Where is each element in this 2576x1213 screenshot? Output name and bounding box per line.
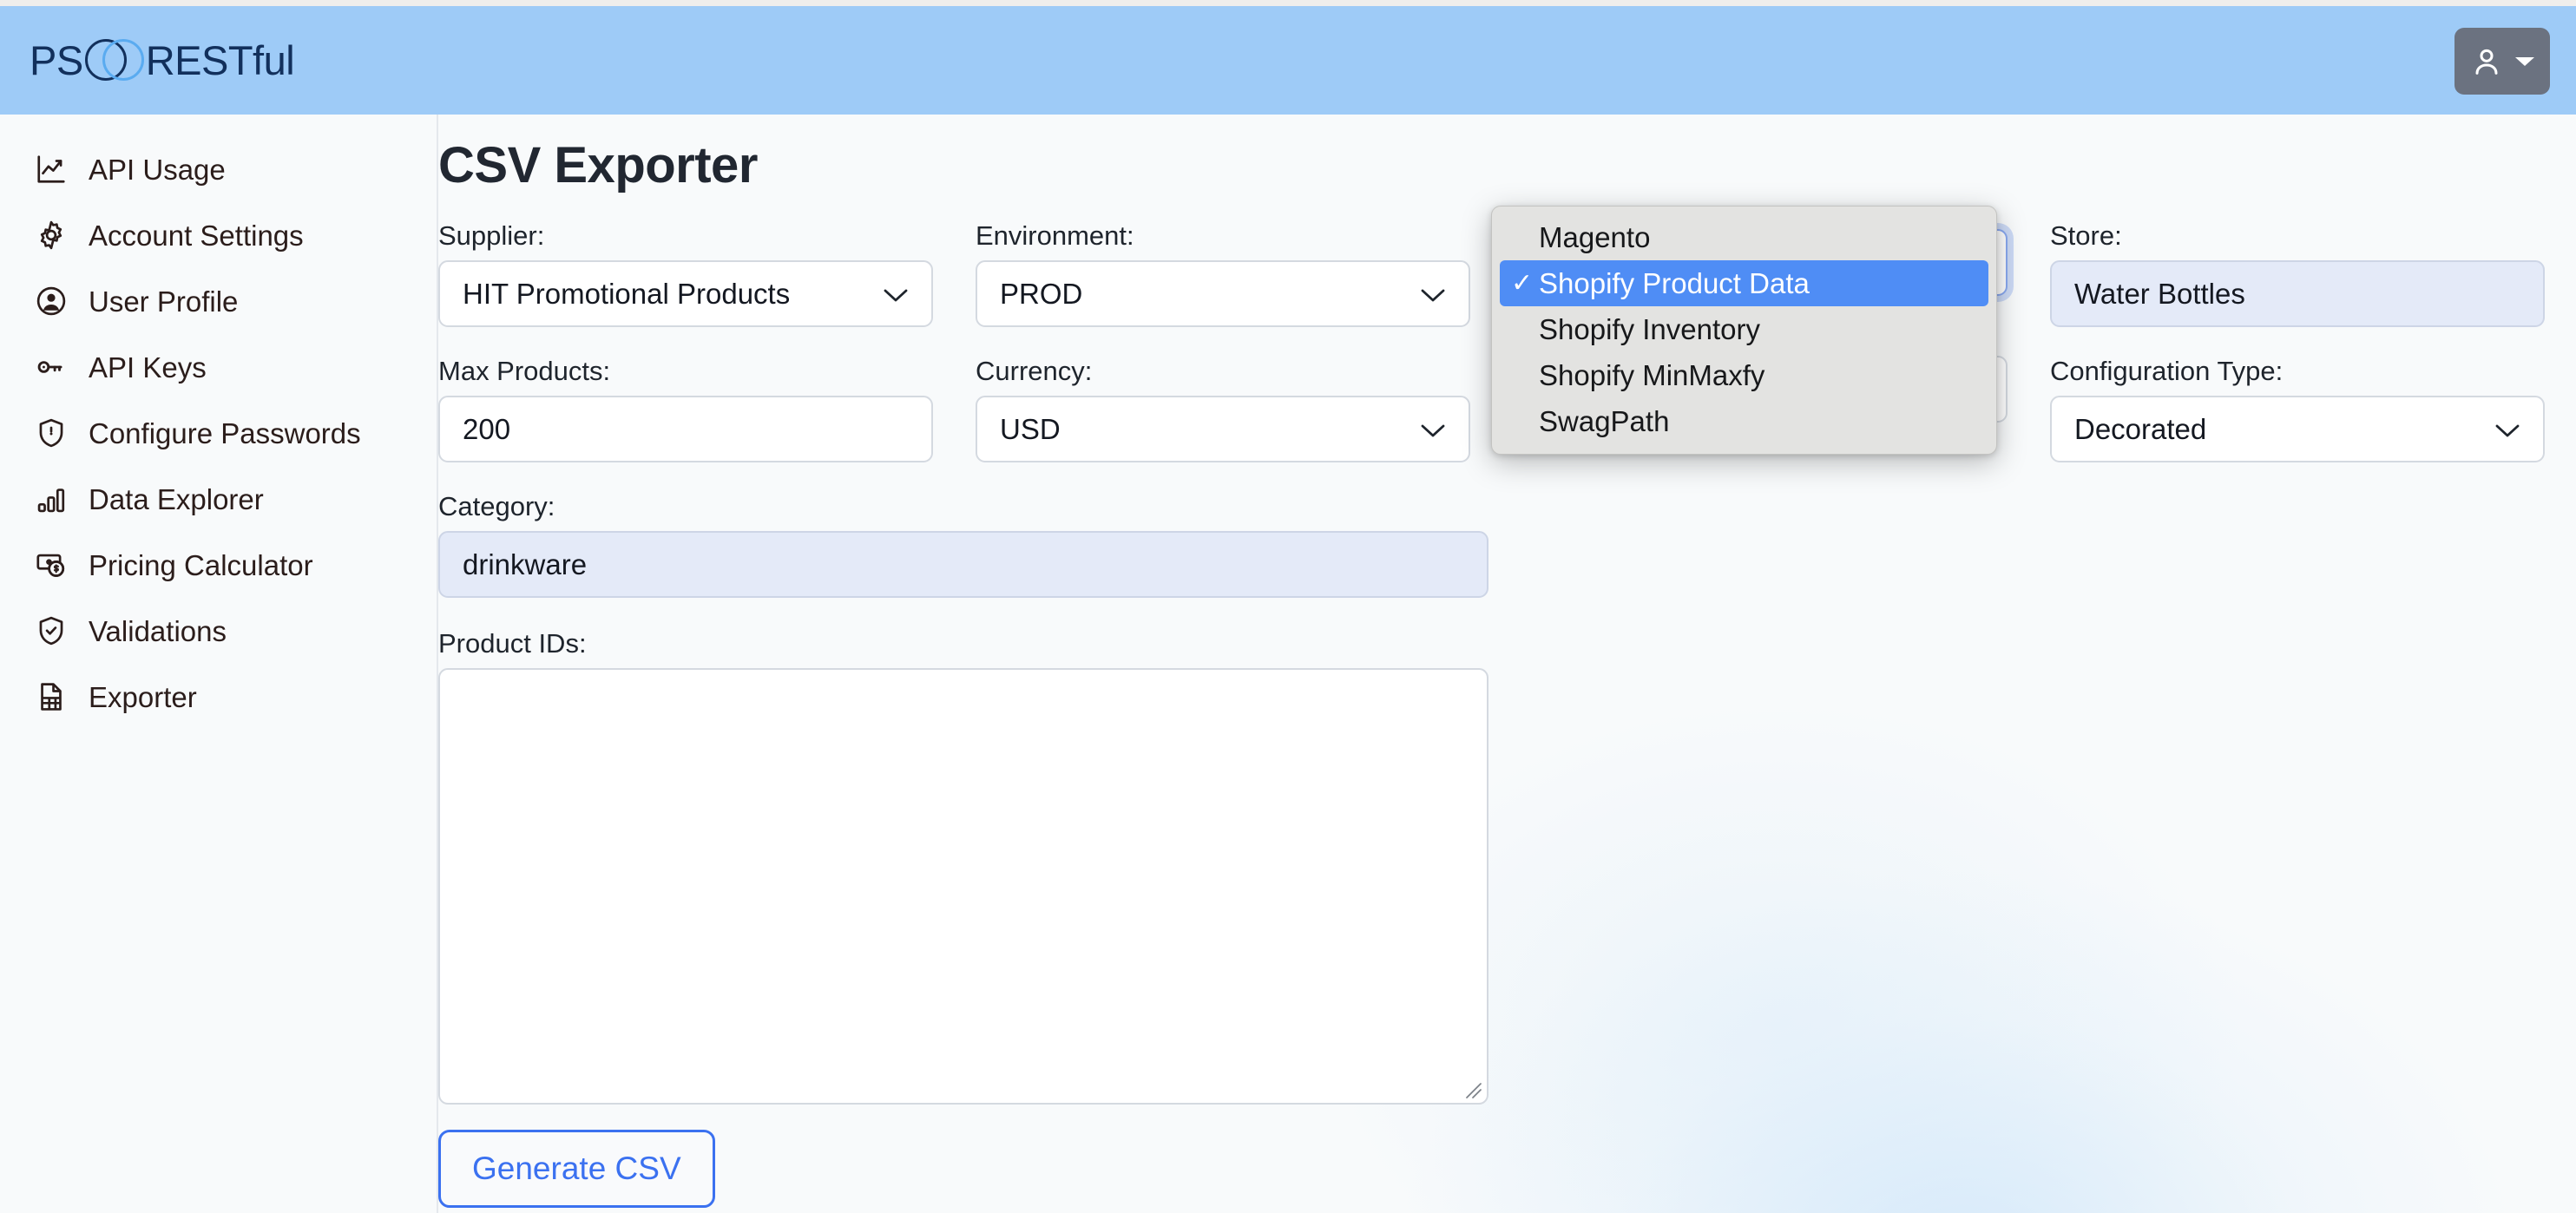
max-products-field-group: Max Products: 200	[438, 356, 933, 462]
bar-chart-icon	[33, 481, 69, 517]
select-option-selected[interactable]: ✓ Shopify Product Data	[1500, 260, 1988, 306]
currency-field-group: Currency: USD	[976, 356, 1470, 462]
chevron-down-icon	[1420, 278, 1446, 311]
sidebar-item-label: Exporter	[89, 681, 197, 713]
max-products-input[interactable]: 200	[438, 396, 933, 462]
key-icon	[33, 349, 69, 385]
money-dollar-icon	[33, 547, 69, 583]
store-label: Store:	[2050, 220, 2122, 251]
line-chart-icon	[33, 151, 69, 187]
platform-select-popup[interactable]: Magento ✓ Shopify Product Data Shopify I…	[1491, 206, 1997, 455]
user-circle-icon	[33, 283, 69, 319]
sidebar-item-label: Validations	[89, 615, 227, 647]
person-icon	[2469, 44, 2504, 79]
store-field-group: Store: Water Bottles	[2050, 220, 2545, 327]
configuration-type-field-group: Configuration Type: Decorated	[2050, 356, 2545, 462]
sidebar-item-data-explorer[interactable]: Data Explorer	[0, 467, 437, 533]
sidebar-item-pricing-calculator[interactable]: Pricing Calculator	[0, 533, 437, 599]
sidebar-item-label: API Usage	[89, 154, 226, 186]
product-ids-textarea[interactable]	[438, 668, 1488, 1105]
max-products-value: 200	[463, 412, 511, 445]
app-root: PS RESTful API Usage Account Settings Us…	[0, 0, 2576, 1213]
category-label: Category:	[438, 491, 555, 521]
page-title: CSV Exporter	[438, 137, 758, 193]
app-logo[interactable]: PS RESTful	[30, 35, 295, 85]
sidebar-item-api-usage[interactable]: API Usage	[0, 137, 437, 203]
supplier-label: Supplier:	[438, 220, 545, 251]
user-menu-button[interactable]	[2454, 28, 2550, 95]
select-option[interactable]: Magento	[1492, 214, 1996, 260]
sidebar-item-label: Pricing Calculator	[89, 549, 313, 581]
sidebar-item-api-keys[interactable]: API Keys	[0, 335, 437, 401]
resize-handle-icon[interactable]	[1459, 1076, 1482, 1098]
configuration-type-label: Configuration Type:	[2050, 356, 2284, 386]
max-products-label: Max Products:	[438, 356, 611, 386]
supplier-value: HIT Promotional Products	[463, 277, 791, 310]
option-label: SwagPath	[1539, 404, 1670, 437]
environment-label: Environment:	[976, 220, 1134, 251]
sidebar-item-configure-passwords[interactable]: Configure Passwords	[0, 401, 437, 467]
option-label: Shopify Product Data	[1539, 266, 1810, 299]
generate-csv-button[interactable]: Generate CSV	[438, 1130, 715, 1208]
check-icon: ✓	[1511, 268, 1534, 298]
sidebar-item-label: User Profile	[89, 285, 239, 318]
store-value: Water Bottles	[2074, 277, 2245, 310]
configuration-type-select[interactable]: Decorated	[2050, 396, 2545, 462]
configuration-type-value: Decorated	[2074, 412, 2207, 445]
two-overlapping-circles-icon	[84, 39, 144, 81]
shield-check-icon	[33, 613, 69, 649]
option-label: Shopify MinMaxfy	[1539, 358, 1765, 391]
sidebar-item-label: Account Settings	[89, 220, 304, 252]
category-input[interactable]: drinkware	[438, 531, 1488, 598]
environment-field-group: Environment: PROD	[976, 220, 1470, 327]
option-label: Magento	[1539, 220, 1651, 253]
chevron-down-icon	[883, 278, 909, 311]
select-option[interactable]: Shopify MinMaxfy	[1492, 352, 1996, 398]
currency-label: Currency:	[976, 356, 1093, 386]
category-value: drinkware	[463, 547, 588, 580]
supplier-field-group: Supplier: HIT Promotional Products	[438, 220, 933, 327]
category-field-group: Category: drinkware	[438, 491, 1488, 598]
sidebar-item-label: API Keys	[89, 351, 207, 384]
chevron-down-icon	[2494, 413, 2520, 446]
sidebar-item-account-settings[interactable]: Account Settings	[0, 203, 437, 269]
sidebar-item-label: Configure Passwords	[89, 417, 361, 449]
currency-value: USD	[1000, 412, 1061, 445]
option-label: Shopify Inventory	[1539, 312, 1760, 345]
product-ids-field-group: Product IDs:	[438, 628, 1488, 1105]
sidebar-item-exporter[interactable]: Exporter	[0, 665, 437, 731]
supplier-select[interactable]: HIT Promotional Products	[438, 260, 933, 327]
select-option[interactable]: SwagPath	[1492, 398, 1996, 444]
app-header: PS RESTful	[0, 6, 2576, 115]
logo-suffix-text: RESTful	[145, 36, 295, 83]
store-input[interactable]: Water Bottles	[2050, 260, 2545, 327]
sidebar-item-user-profile[interactable]: User Profile	[0, 269, 437, 335]
select-option[interactable]: Shopify Inventory	[1492, 306, 1996, 352]
sidebar: API Usage Account Settings User Profile	[0, 115, 438, 1213]
environment-select[interactable]: PROD	[976, 260, 1470, 327]
product-ids-label: Product IDs:	[438, 628, 587, 659]
caret-down-icon	[2514, 55, 2536, 69]
sidebar-item-label: Data Explorer	[89, 483, 264, 515]
shield-lock-icon	[33, 415, 69, 451]
gear-icon	[33, 217, 69, 253]
sidebar-item-validations[interactable]: Validations	[0, 599, 437, 665]
currency-select[interactable]: USD	[976, 396, 1470, 462]
chevron-down-icon	[1420, 413, 1446, 446]
window-top-strip	[0, 0, 2576, 6]
file-table-icon	[33, 679, 69, 715]
environment-value: PROD	[1000, 277, 1083, 310]
logo-prefix-text: PS	[30, 36, 83, 83]
